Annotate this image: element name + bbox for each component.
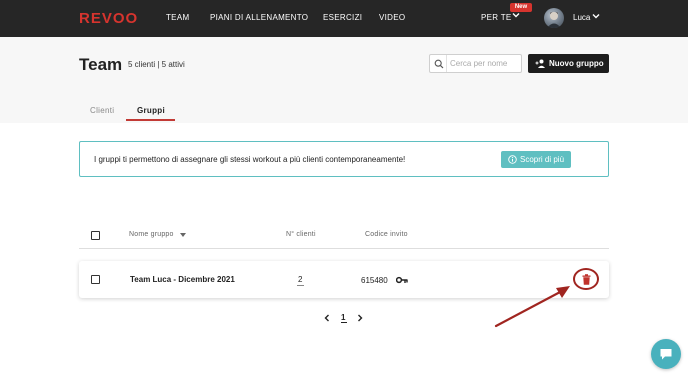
avatar[interactable] bbox=[544, 8, 564, 28]
column-header-code: Codice invito bbox=[365, 231, 408, 238]
nav-item-video[interactable]: VIDEO bbox=[379, 13, 405, 22]
table-divider bbox=[79, 248, 609, 249]
nav-item-piani[interactable]: PIANI DI ALLENAMENTO bbox=[210, 13, 308, 22]
clients-count-underline bbox=[297, 285, 304, 286]
chevron-down-icon[interactable] bbox=[512, 11, 520, 19]
page-title: Team bbox=[79, 55, 123, 74]
annotation-arrow bbox=[494, 286, 570, 328]
new-group-button[interactable]: Nuovo gruppo bbox=[528, 54, 609, 73]
info-banner: I gruppi ti permettono di assegnare gli … bbox=[79, 141, 609, 177]
column-header-name[interactable]: Nome gruppo bbox=[129, 231, 174, 238]
chat-icon bbox=[660, 349, 672, 360]
nav-item-esercizi[interactable]: ESERCIZI bbox=[323, 13, 362, 22]
search-separator bbox=[446, 55, 447, 72]
sort-caret-icon[interactable] bbox=[180, 233, 186, 237]
search-input[interactable] bbox=[450, 56, 520, 71]
page-number-underline bbox=[341, 322, 347, 323]
nav-item-team[interactable]: TEAM bbox=[166, 13, 189, 22]
discover-more-button[interactable]: Scopri di più bbox=[501, 151, 571, 168]
top-nav-bar: REVOO TEAM PIANI DI ALLENAMENTO ESERCIZI… bbox=[0, 0, 688, 37]
trash-icon[interactable] bbox=[582, 274, 591, 285]
key-icon[interactable] bbox=[396, 276, 408, 284]
invite-code-cell: 615480 bbox=[361, 276, 388, 285]
clients-count-cell[interactable]: 2 bbox=[298, 275, 302, 284]
brand-logo[interactable]: REVOO bbox=[79, 10, 138, 27]
group-name-cell[interactable]: Team Luca - Dicembre 2021 bbox=[130, 275, 235, 284]
nav-item-per-te[interactable]: PER TE bbox=[481, 13, 512, 22]
active-tab-indicator bbox=[126, 119, 175, 121]
page-number-current[interactable]: 1 bbox=[341, 313, 345, 322]
chevron-down-icon[interactable] bbox=[592, 12, 600, 20]
chevron-right-icon[interactable] bbox=[356, 313, 364, 323]
page-subtitle: 5 clienti | 5 attivi bbox=[128, 60, 185, 69]
search-box[interactable] bbox=[429, 54, 522, 73]
chat-widget-button[interactable] bbox=[651, 339, 681, 369]
tab-clienti[interactable]: Clienti bbox=[90, 106, 114, 115]
column-header-clients: N° clienti bbox=[286, 231, 316, 238]
search-icon bbox=[434, 59, 444, 69]
select-all-checkbox[interactable] bbox=[91, 231, 100, 240]
new-group-label: Nuovo gruppo bbox=[549, 59, 604, 68]
chevron-left-icon[interactable] bbox=[323, 313, 331, 323]
info-icon bbox=[508, 155, 517, 164]
tab-gruppi[interactable]: Gruppi bbox=[137, 106, 165, 115]
row-checkbox[interactable] bbox=[91, 275, 100, 284]
add-user-icon bbox=[535, 59, 545, 68]
banner-text: I gruppi ti permettono di assegnare gli … bbox=[94, 155, 406, 164]
user-menu-name[interactable]: Luca bbox=[573, 13, 590, 22]
discover-more-label: Scopri di più bbox=[520, 155, 565, 164]
